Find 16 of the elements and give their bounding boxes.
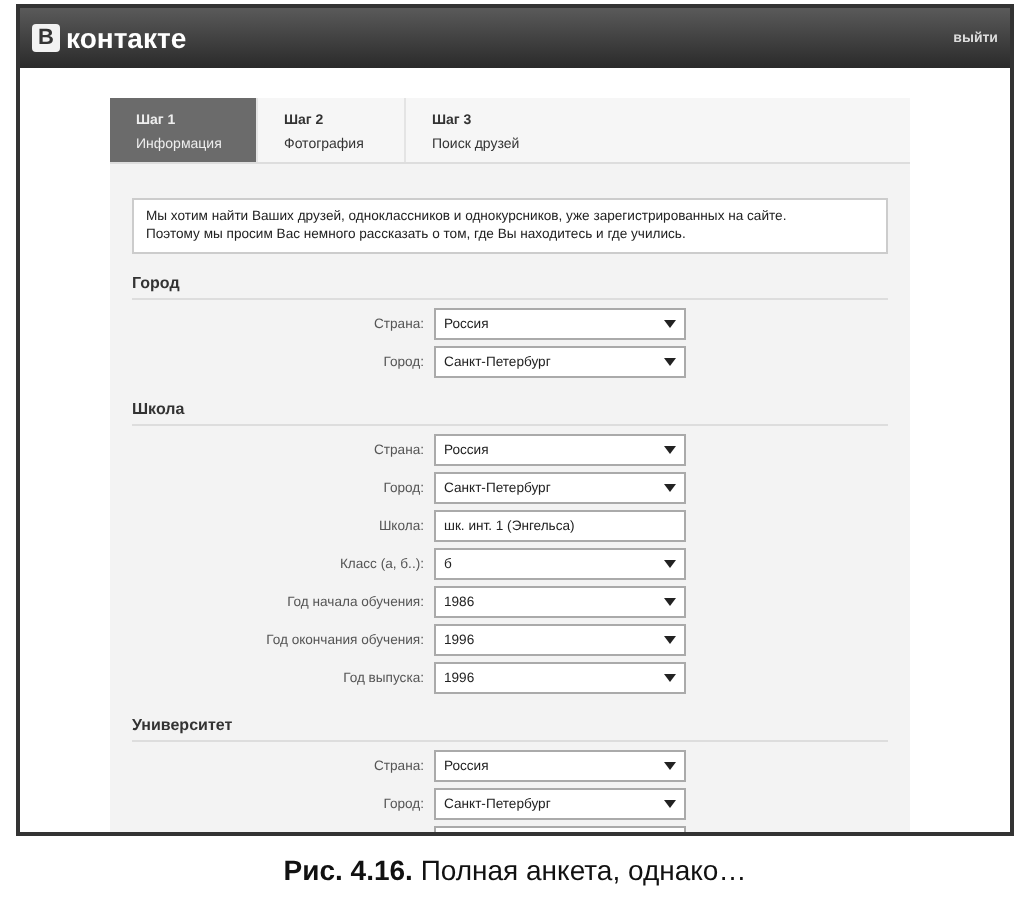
caret-icon (664, 560, 676, 568)
caret-icon (664, 762, 676, 770)
figure-caption: Рис. 4.16. Полная анкета, однако… (281, 854, 749, 886)
logo-mark: В (32, 24, 60, 52)
caret-icon (664, 446, 676, 454)
section-heading: Школа (132, 400, 185, 418)
caret-icon (664, 358, 676, 366)
logo-text: контакте (66, 22, 187, 54)
caret-icon (664, 674, 676, 682)
section-heading: Университет (132, 716, 233, 734)
caret-icon (664, 484, 676, 492)
caret-icon (664, 320, 676, 328)
caret-icon (664, 800, 676, 808)
caret-icon (664, 636, 676, 644)
caret-icon (664, 598, 676, 606)
section-heading: Город (132, 274, 180, 292)
